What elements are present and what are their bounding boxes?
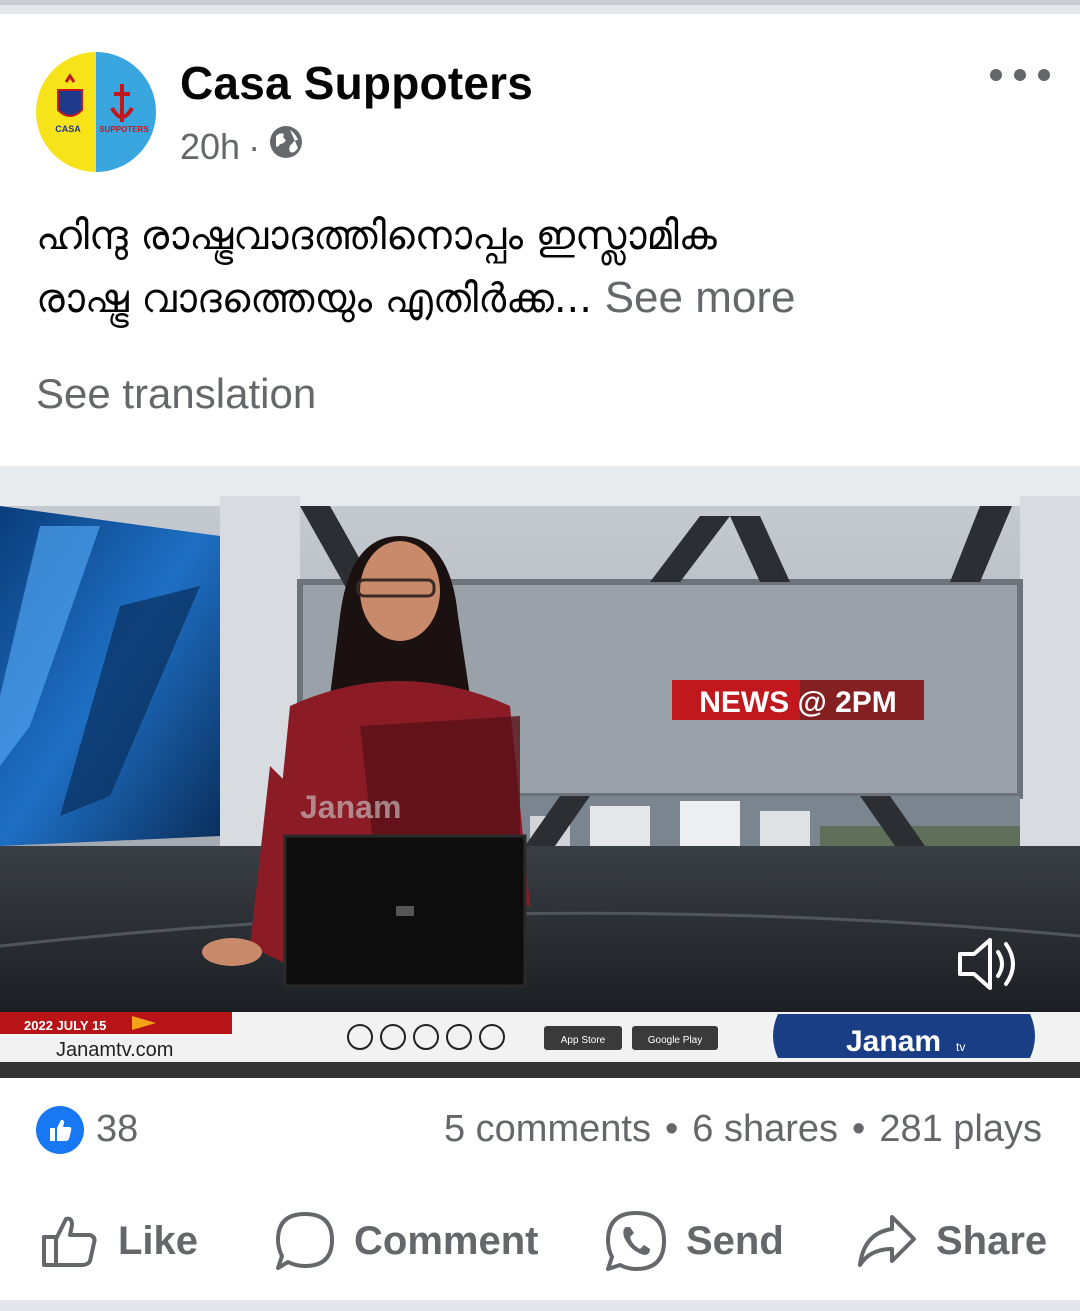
engagement-stats: 5 comments • 6 shares • 281 plays (444, 1108, 1042, 1151)
page-avatar[interactable]: CASA SUPPOTERS (36, 52, 156, 172)
action-bar: Like Comment Send Share (0, 1190, 1080, 1294)
share-arrow-icon (858, 1215, 916, 1267)
comment-label: Comment (354, 1218, 539, 1263)
post-text-line-2: രാഷ്ട്ര വാദത്തെയും എതിർക്ക... See more (36, 267, 1046, 330)
post-text-line-2-content: രാഷ്ട്ര വാദത്തെയും എതിർക്ക... (36, 276, 592, 322)
like-count[interactable]: 38 (96, 1108, 138, 1151)
like-button[interactable]: Like (40, 1206, 198, 1276)
more-dot-icon (1038, 69, 1050, 81)
comment-button[interactable]: Comment (274, 1206, 538, 1276)
stats-dot: • (852, 1108, 866, 1150)
like-label: Like (118, 1218, 199, 1263)
website-text: Janamtv.com (56, 1039, 173, 1061)
comment-bubble-icon (276, 1212, 334, 1270)
more-dot-icon (990, 69, 1002, 81)
send-label: Send (686, 1218, 784, 1263)
whatsapp-icon (606, 1211, 666, 1271)
send-button[interactable]: Send (604, 1206, 784, 1276)
post-meta: 20h · (180, 124, 304, 169)
top-divider (0, 0, 1080, 14)
globe-icon (268, 124, 304, 169)
news-badge: NEWS @ 2PM (672, 680, 924, 720)
shares-count[interactable]: 6 shares (692, 1108, 838, 1151)
page-name[interactable]: Casa Suppoters (180, 56, 533, 110)
share-button[interactable]: Share (856, 1206, 1047, 1276)
reactions-row: 38 5 comments • 6 shares • 281 plays (0, 1098, 1080, 1162)
share-label: Share (936, 1218, 1048, 1263)
speaker-mute-icon[interactable] (954, 934, 1022, 994)
avatar-right-text: SUPPOTERS (99, 125, 149, 134)
thumbs-up-icon (42, 1216, 97, 1267)
see-translation-link[interactable]: See translation (36, 370, 316, 418)
post-time[interactable]: 20h (180, 126, 240, 168)
plays-count: 281 plays (879, 1108, 1042, 1150)
app-store-badge: App Store (561, 1035, 606, 1046)
date-ticker: 2022 JULY 15 (24, 1018, 106, 1033)
channel-sub: tv (956, 1040, 965, 1054)
avatar-left-text: CASA (55, 124, 81, 134)
post-text: ഹിന്ദു രാഷ്ട്രവാദത്തിനൊപ്പം ഇസ്ലാമിക രാഷ… (36, 205, 1046, 330)
video-player[interactable]: Janam NEWS @ 2PM 2022 JULY 15 Janamtv.co… (0, 466, 1080, 1078)
post-text-line-1: ഹിന്ദു രാഷ്ട്രവാദത്തിനൊപ്പം ഇസ്ലാമിക (36, 213, 717, 259)
google-play-badge: Google Play (648, 1035, 702, 1046)
stats-dot: • (664, 1108, 679, 1150)
studio-logo: Janam (300, 789, 401, 825)
meta-separator: · (248, 125, 261, 167)
channel-brand: Janam (846, 1025, 941, 1058)
more-options-button[interactable] (990, 60, 1050, 90)
bottom-divider (0, 1300, 1080, 1311)
more-dot-icon (1014, 69, 1026, 81)
comments-count[interactable]: 5 comments (444, 1108, 651, 1151)
like-reaction-icon[interactable] (36, 1106, 84, 1154)
news-badge-text: NEWS @ 2PM (699, 686, 897, 719)
see-more-link[interactable]: See more (605, 273, 796, 322)
